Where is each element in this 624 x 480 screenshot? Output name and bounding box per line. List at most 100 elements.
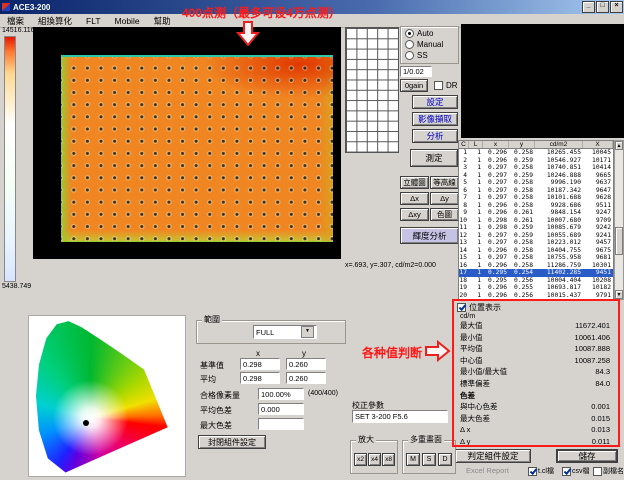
table-cell: 9848.154	[535, 209, 583, 217]
table-row[interactable]: 610.2970.25810187.3429647	[459, 187, 613, 195]
table-row[interactable]: 210.2960.25910546.92710171	[459, 157, 613, 165]
setting-button[interactable]: 設定	[412, 95, 458, 109]
scroll-down-icon[interactable]: ▼	[615, 290, 623, 299]
contour-button[interactable]: 等高線	[430, 176, 459, 189]
excel-report-button[interactable]: Excel Report	[466, 466, 509, 475]
multi-m-button[interactable]: M	[406, 453, 420, 466]
ss-radio[interactable]	[405, 51, 414, 60]
maximize-button[interactable]: □	[596, 1, 609, 13]
scrollbar-thumb[interactable]	[615, 227, 623, 255]
csv-file-checkbox[interactable]	[562, 467, 571, 476]
table-row[interactable]: 1210.2970.25910055.6899241	[459, 232, 613, 240]
menu-item-file[interactable]: 檔案	[0, 15, 31, 27]
measure-button[interactable]: 測定	[410, 149, 458, 167]
table-cell: 10223.012	[535, 239, 583, 247]
analyze-button[interactable]: 分析	[412, 129, 458, 143]
table-row[interactable]: 1910.2960.25510693.81710182	[459, 284, 613, 292]
cie-chromaticity-diagram[interactable]	[33, 318, 181, 474]
camera-preview	[461, 24, 624, 138]
table-row[interactable]: 1110.2980.25910085.6799242	[459, 224, 613, 232]
zoom-x8-button[interactable]: x8	[382, 453, 395, 466]
table-row[interactable]: 1810.2950.25610004.40410208	[459, 277, 613, 285]
close-button[interactable]: ×	[610, 1, 623, 13]
lock-settings-button[interactable]: 封閉組件設定	[198, 435, 266, 449]
colormap-button[interactable]: 色圖	[430, 208, 459, 221]
table-cell: 1	[469, 149, 483, 157]
scroll-up-icon[interactable]: ▲	[615, 141, 623, 150]
stat-label: 與中心色差	[460, 401, 498, 413]
table-cell: 1	[469, 269, 483, 277]
table-row[interactable]: 1510.2970.25810755.9589681	[459, 254, 613, 262]
zoom-x4-button[interactable]: x4	[368, 453, 381, 466]
table-cell: 0.297	[483, 232, 509, 240]
delta-xy-button[interactable]: Δxy	[400, 208, 429, 221]
zero-gain-button[interactable]: 0gain	[400, 79, 428, 92]
stat-label: 最大色差	[460, 413, 490, 425]
reference-y-field[interactable]: 0.260	[286, 358, 326, 370]
luminance-heatmap[interactable]	[61, 55, 333, 242]
multi-d-button[interactable]: D	[438, 453, 452, 466]
minimize-button[interactable]: _	[582, 1, 595, 13]
table-cell: 1	[469, 254, 483, 262]
col-header-cdm2[interactable]: cd/m2	[535, 141, 583, 148]
delta-x-button[interactable]: Δx	[400, 192, 429, 205]
judge-settings-button[interactable]: 判定組件設定	[455, 449, 531, 463]
table-cell: 0.256	[509, 277, 535, 285]
table-row[interactable]: 410.2970.25910246.8889665	[459, 172, 613, 180]
save-button[interactable]: 儲存	[556, 449, 618, 463]
measurement-image-view[interactable]	[33, 27, 341, 259]
table-row[interactable]: 2010.2960.25610015.4379791	[459, 292, 613, 300]
table-cell: 1	[469, 262, 483, 270]
menu-item-flt[interactable]: FLT	[79, 16, 107, 26]
table-cell: 5	[459, 179, 469, 187]
table-row[interactable]: 1710.2950.25411402.2859451	[459, 269, 613, 277]
table-row[interactable]: 710.2970.25810101.6889628	[459, 194, 613, 202]
table-row[interactable]: 510.2970.2589996.1909637	[459, 179, 613, 187]
table-row[interactable]: 810.2960.2589928.6869511	[459, 202, 613, 210]
stereo-button[interactable]: 立體圖	[400, 176, 429, 189]
stats-list: 最大值11672.401最小值10061.406平均值10087.888中心值1…	[458, 320, 614, 448]
down-arrow-annotation-icon	[236, 20, 260, 47]
chevron-down-icon[interactable]: ▼	[301, 326, 314, 338]
auto-radio[interactable]	[405, 29, 414, 38]
table-scrollbar[interactable]: ▲ ▼	[614, 140, 624, 300]
table-row[interactable]: 310.2970.25810740.85110414	[459, 164, 613, 172]
capture-button[interactable]: 影像擷取	[412, 112, 458, 126]
table-row[interactable]: 910.2960.2619848.1549247	[459, 209, 613, 217]
table-row[interactable]: 1610.2960.25811286.75910301	[459, 262, 613, 270]
table-cell: 1	[469, 217, 483, 225]
table-row[interactable]: 1010.2980.26110007.6809709	[459, 217, 613, 225]
dr-checkbox[interactable]	[434, 81, 443, 90]
extension-checkbox[interactable]	[593, 467, 602, 476]
table-cell: 10246.888	[535, 172, 583, 180]
reference-x-field[interactable]: 0.298	[240, 358, 280, 370]
table-cell: 9511	[583, 202, 613, 210]
table-cell: 0.298	[483, 224, 509, 232]
col-header-y[interactable]: y	[509, 141, 535, 148]
menu-item-convert[interactable]: 組換算化	[31, 15, 79, 27]
table-cell: 9637	[583, 179, 613, 187]
col-header-xtri[interactable]: X	[583, 141, 613, 148]
table-row[interactable]: 1410.2960.25810404.7559675	[459, 247, 613, 255]
menu-item-help[interactable]: 幫助	[147, 15, 178, 27]
table-cell: 1	[469, 247, 483, 255]
shutter-field[interactable]: 1/0.02	[400, 66, 432, 77]
table-row[interactable]: 1310.2970.25810223.0129457	[459, 239, 613, 247]
delta-y-button[interactable]: Δy	[430, 192, 459, 205]
measurement-table-body[interactable]: 110.2960.25810265.45510045210.2960.25910…	[458, 149, 614, 300]
table-cell: 0.258	[509, 164, 535, 172]
table-cell: 9675	[583, 247, 613, 255]
manual-radio[interactable]	[405, 40, 414, 49]
multi-s-button[interactable]: S	[422, 453, 436, 466]
zoom-x2-button[interactable]: x2	[354, 453, 367, 466]
tcl-file-checkbox[interactable]	[528, 467, 537, 476]
col-header-l[interactable]: L	[469, 141, 483, 148]
table-row[interactable]: 110.2960.25810265.45510045	[459, 149, 613, 157]
col-header-x[interactable]: x	[483, 141, 509, 148]
luminance-analysis-button[interactable]: 輝度分析	[400, 227, 459, 244]
max-diff-field	[258, 418, 304, 430]
position-display-checkbox[interactable]	[457, 303, 466, 312]
col-header-c[interactable]: C	[459, 141, 469, 148]
range-select[interactable]: FULL ▼	[253, 325, 317, 339]
menu-item-mobile[interactable]: Mobile	[108, 16, 147, 26]
